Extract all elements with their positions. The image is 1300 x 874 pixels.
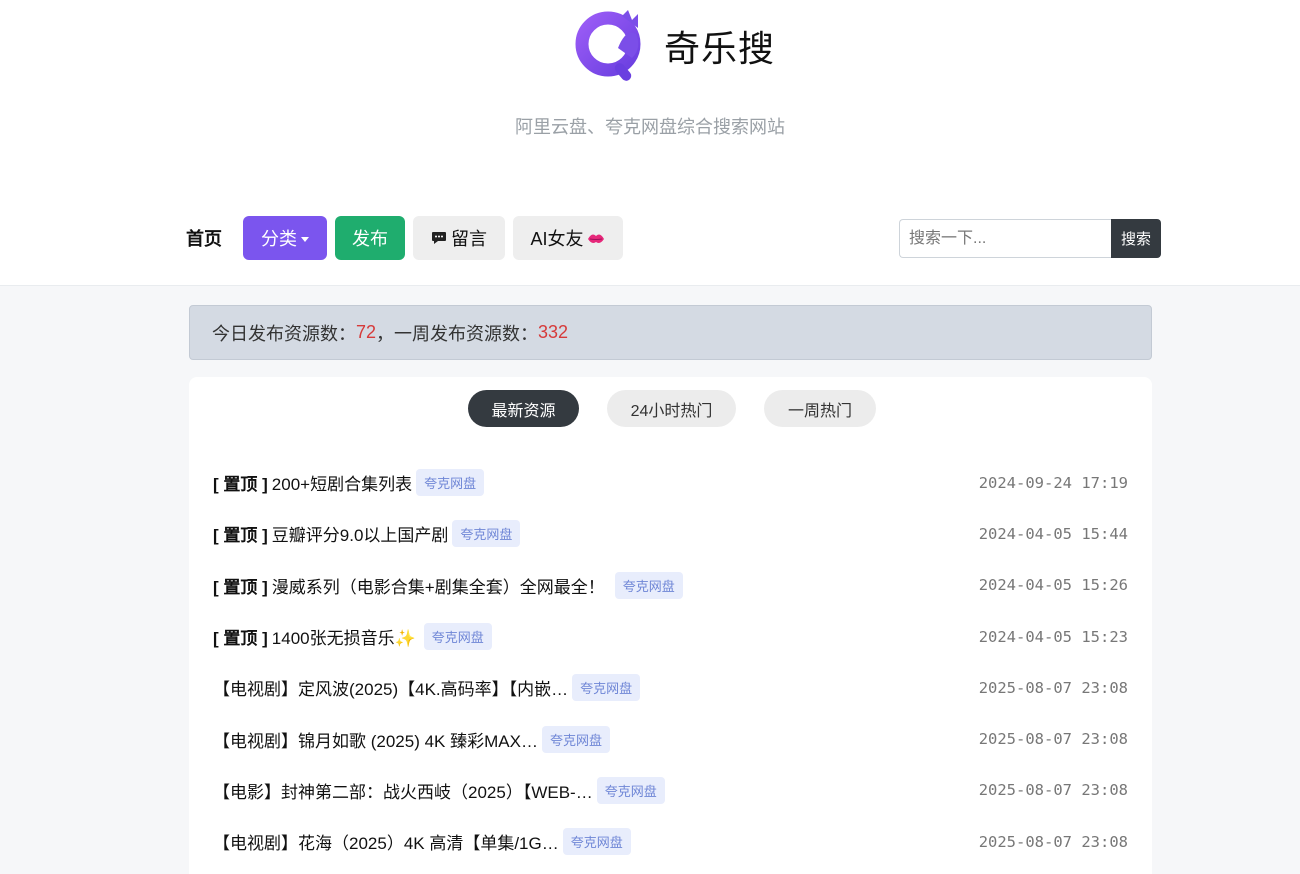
pinned-tag: [ 置顶 ] [213, 577, 268, 597]
tab-24h-hot[interactable]: 24小时热门 [607, 390, 736, 427]
resource-time: 2025-08-07 23:08 [978, 832, 1128, 851]
source-badge: 夸克网盘 [572, 674, 641, 702]
publish-label: 发布 [352, 229, 388, 249]
resource-title-link[interactable]: 【电视剧】定风波(2025)【4K.高码率】【内嵌… [213, 675, 568, 700]
resource-title-link[interactable]: 【电视剧】花海（2025）4K 高清【单集/1G… [213, 829, 559, 854]
pinned-tag: [ 置顶 ] [213, 629, 268, 649]
source-badge: 夸克网盘 [596, 776, 665, 804]
category-dropdown-button[interactable]: 分类 [243, 216, 327, 260]
source-badge: 夸克网盘 [423, 623, 492, 651]
search-input[interactable] [899, 219, 1111, 258]
pinned-tag: [ 置顶 ] [213, 475, 268, 495]
pinned-tag: [ 置顶 ] [213, 526, 268, 546]
nav-home-link[interactable]: 首页 [186, 225, 222, 251]
source-badge: 夸克网盘 [562, 828, 631, 856]
resource-list: [ 置顶 ] 200+短剧合集列表 夸克网盘 2024-09-24 17:19 … [213, 457, 1128, 867]
search-button[interactable]: 搜索 [1111, 219, 1161, 258]
today-label: 今日发布资源数： [212, 323, 356, 344]
publish-button[interactable]: 发布 [335, 216, 405, 260]
resource-time: 2025-08-07 23:08 [978, 730, 1128, 749]
header: 奇乐搜 阿里云盘、夸克网盘综合搜索网站 首页 分类 发布 留言 AI女友 搜索一… [0, 0, 1300, 286]
caret-down-icon [301, 236, 309, 242]
list-item[interactable]: [ 置顶 ] 1400张无损音乐✨ 夸克网盘 2024-04-05 15:23 [213, 611, 1128, 662]
resource-tabs: 最新资源 24小时热门 一周热门 [468, 390, 904, 427]
list-item[interactable]: 【电视剧】定风波(2025)【4K.高码率】【内嵌… 夸克网盘 2025-08-… [213, 662, 1128, 713]
main-nav: 首页 分类 发布 留言 AI女友 [186, 216, 631, 260]
source-badge: 夸克网盘 [541, 725, 610, 753]
list-item[interactable]: [ 置顶 ] 200+短剧合集列表 夸克网盘 2024-09-24 17:19 [213, 457, 1128, 508]
tagline: 阿里云盘、夸克网盘综合搜索网站 [515, 117, 785, 137]
resource-title-link[interactable]: 1400张无损音乐✨ [272, 624, 416, 649]
stats-separator: ， [376, 323, 395, 344]
tab-latest[interactable]: 最新资源 [468, 390, 579, 427]
category-label: 分类 [261, 229, 297, 249]
resource-title-link[interactable]: 【电视剧】锦月如歌 (2025) 4K 臻彩MAX… [213, 727, 538, 752]
week-count: 332 [538, 322, 569, 342]
resource-title-link[interactable]: 漫威系列（电影合集+剧集全套）全网最全！ [272, 573, 605, 598]
today-count: 72 [356, 322, 377, 342]
source-badge: 夸克网盘 [416, 469, 485, 497]
list-item[interactable]: 【电视剧】锦月如歌 (2025) 4K 臻彩MAX… 夸克网盘 2025-08-… [213, 713, 1128, 764]
resource-title-link[interactable]: 豆瓣评分9.0以上国产剧 [272, 521, 449, 546]
source-badge: 夸克网盘 [614, 571, 683, 599]
ai-girlfriend-button[interactable]: AI女友 [513, 216, 623, 260]
tab-week-hot[interactable]: 一周热门 [764, 390, 876, 427]
cat-magnifier-logo-icon [575, 10, 641, 81]
resource-time: 2024-04-05 15:44 [978, 524, 1128, 543]
list-item[interactable]: [ 置顶 ] 漫威系列（电影合集+剧集全套）全网最全！ 夸克网盘 2024-04… [213, 560, 1128, 611]
resource-time: 2025-08-07 23:08 [978, 781, 1128, 800]
resource-card: 最新资源 24小时热门 一周热门 [ 置顶 ] 200+短剧合集列表 夸克网盘 … [189, 377, 1152, 874]
message-button[interactable]: 留言 [413, 216, 505, 260]
resource-title-link[interactable]: 200+短剧合集列表 [272, 470, 412, 495]
ai-girlfriend-label: AI女友 [530, 229, 584, 249]
resource-time: 2024-04-05 15:26 [978, 576, 1128, 595]
source-badge: 夸克网盘 [452, 520, 521, 548]
resource-time: 2025-08-07 23:08 [978, 678, 1128, 697]
resource-time: 2024-09-24 17:19 [978, 473, 1128, 492]
resource-time: 2024-04-05 15:23 [978, 627, 1128, 646]
list-item[interactable]: 【电影】封神第二部：战火西岐（2025）【WEB-… 夸克网盘 2025-08-… [213, 765, 1128, 816]
week-label: 一周发布资源数： [394, 323, 539, 344]
speech-bubble-icon [432, 232, 446, 244]
message-label: 留言 [451, 229, 487, 249]
brand-name: 奇乐搜 [664, 28, 776, 69]
list-item[interactable]: [ 置顶 ] 豆瓣评分9.0以上国产剧 夸克网盘 2024-04-05 15:4… [213, 508, 1128, 559]
resource-title-link[interactable]: 【电影】封神第二部：战火西岐（2025）【WEB-… [213, 778, 593, 803]
stats-banner: 今日发布资源数： 72 ， 一周发布资源数： 332 [189, 305, 1152, 360]
search-form: 搜索 [899, 219, 1161, 258]
brand[interactable]: 奇乐搜 [572, 8, 775, 84]
kiss-lips-icon [587, 234, 604, 243]
list-item[interactable]: 【电视剧】花海（2025）4K 高清【单集/1G… 夸克网盘 2025-08-0… [213, 816, 1128, 867]
